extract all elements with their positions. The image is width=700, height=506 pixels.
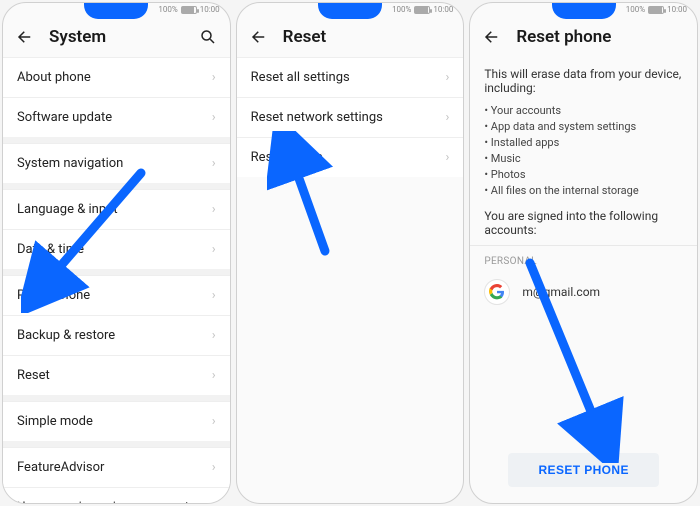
row-reset-network-settings[interactable]: Reset network settings › bbox=[237, 97, 464, 137]
row-feature-advisor[interactable]: FeatureAdvisor › bbox=[3, 447, 230, 487]
row-backup-restore[interactable]: Backup & restore › bbox=[3, 315, 230, 355]
chevron-right-icon: › bbox=[212, 460, 216, 475]
chevron-right-icon: › bbox=[212, 414, 216, 429]
chevron-right-icon: › bbox=[445, 150, 449, 165]
row-label: FeatureAdvisor bbox=[17, 460, 104, 475]
phone-screen-reset-phone: 100% 10:00 Reset phone This will erase d… bbox=[469, 2, 698, 504]
row-user-experience[interactable]: User experience improvement › bbox=[3, 487, 230, 503]
clock: 10:00 bbox=[200, 5, 220, 14]
battery-icon bbox=[414, 6, 430, 14]
phone-screen-system: 100% 10:00 System About phone › Software … bbox=[2, 2, 231, 504]
row-language-input[interactable]: Language & input › bbox=[3, 189, 230, 229]
chevron-right-icon: › bbox=[212, 242, 216, 257]
row-date-time[interactable]: Date & time › bbox=[3, 229, 230, 269]
row-label: Reset network settings bbox=[251, 110, 383, 125]
battery-icon bbox=[648, 6, 664, 14]
chevron-right-icon: › bbox=[445, 110, 449, 125]
google-logo-icon bbox=[484, 279, 510, 305]
page-title: Reset bbox=[283, 27, 452, 47]
intro-text: This will erase data from your device, i… bbox=[484, 67, 683, 95]
back-icon[interactable] bbox=[15, 27, 35, 47]
row-software-update[interactable]: Software update › bbox=[3, 97, 230, 137]
row-simple-mode[interactable]: Simple mode › bbox=[3, 401, 230, 441]
page-title: Reset phone bbox=[516, 27, 685, 47]
bullet-item: Installed apps bbox=[484, 135, 683, 151]
bullet-item: Your accounts bbox=[484, 103, 683, 119]
row-label: Software update bbox=[17, 110, 112, 125]
reset-phone-body: This will erase data from your device, i… bbox=[470, 57, 697, 313]
row-reset[interactable]: Reset › bbox=[3, 355, 230, 395]
battery-percent: 100% bbox=[392, 5, 411, 14]
notch bbox=[552, 3, 616, 19]
bullet-item: Music bbox=[484, 151, 683, 167]
chevron-right-icon: › bbox=[212, 156, 216, 171]
header: System bbox=[3, 19, 230, 57]
reset-list: Reset all settings › Reset network settin… bbox=[237, 57, 464, 503]
reset-phone-button[interactable]: RESET PHONE bbox=[508, 453, 658, 487]
search-icon[interactable] bbox=[198, 27, 218, 47]
status-right: 100% 10:00 bbox=[392, 5, 453, 14]
settings-list[interactable]: About phone › Software update › System nav… bbox=[3, 57, 230, 503]
notch bbox=[84, 3, 148, 19]
row-label: System navigation bbox=[17, 156, 123, 171]
clock: 10:00 bbox=[433, 5, 453, 14]
erase-bullets: Your accounts App data and system settin… bbox=[484, 103, 683, 199]
bullet-item: Photos bbox=[484, 167, 683, 183]
row-label: Reset bbox=[17, 368, 50, 383]
status-right: 100% 10:00 bbox=[626, 5, 687, 14]
notch bbox=[318, 3, 382, 19]
chevron-right-icon: › bbox=[212, 202, 216, 217]
page-title: System bbox=[49, 27, 184, 47]
row-label: User experience improvement bbox=[17, 500, 189, 503]
bullet-item: App data and system settings bbox=[484, 119, 683, 135]
chevron-right-icon: › bbox=[212, 328, 216, 343]
battery-percent: 100% bbox=[626, 5, 645, 14]
header: Reset bbox=[237, 19, 464, 57]
account-row[interactable]: m@gmail.com bbox=[484, 273, 683, 311]
row-label: Phone Clone bbox=[17, 288, 90, 303]
status-bar: 100% 10:00 bbox=[3, 3, 230, 19]
row-label: Backup & restore bbox=[17, 328, 115, 343]
chevron-right-icon: › bbox=[212, 110, 216, 125]
header: Reset phone bbox=[470, 19, 697, 57]
row-reset-all-settings[interactable]: Reset all settings › bbox=[237, 57, 464, 97]
row-label: Simple mode bbox=[17, 414, 93, 429]
row-system-navigation[interactable]: System navigation › bbox=[3, 143, 230, 183]
row-label: Date & time bbox=[17, 242, 84, 257]
battery-icon bbox=[181, 6, 197, 14]
chevron-right-icon: › bbox=[445, 70, 449, 85]
row-reset-phone[interactable]: Reset phone › bbox=[237, 137, 464, 177]
phone-screen-reset: 100% 10:00 Reset Reset all settings › Res… bbox=[236, 2, 465, 504]
row-label: About phone bbox=[17, 70, 91, 85]
section-label-personal: PERSONAL bbox=[484, 256, 683, 267]
chevron-right-icon: › bbox=[212, 500, 216, 503]
reset-button-wrap: RESET PHONE bbox=[470, 453, 697, 487]
back-icon[interactable] bbox=[482, 27, 502, 47]
clock: 10:00 bbox=[667, 5, 687, 14]
chevron-right-icon: › bbox=[212, 288, 216, 303]
row-phone-clone[interactable]: Phone Clone › bbox=[3, 275, 230, 315]
account-email: m@gmail.com bbox=[522, 285, 600, 299]
back-icon[interactable] bbox=[249, 27, 269, 47]
status-bar: 100% 10:00 bbox=[237, 3, 464, 19]
chevron-right-icon: › bbox=[212, 70, 216, 85]
status-right: 100% 10:00 bbox=[158, 5, 219, 14]
bullet-item: All files on the internal storage bbox=[484, 183, 683, 199]
battery-percent: 100% bbox=[158, 5, 177, 14]
row-label: Reset phone bbox=[251, 150, 323, 165]
chevron-right-icon: › bbox=[212, 368, 216, 383]
status-bar: 100% 10:00 bbox=[470, 3, 697, 19]
row-about-phone[interactable]: About phone › bbox=[3, 57, 230, 97]
row-label: Reset all settings bbox=[251, 70, 350, 85]
row-label: Language & input bbox=[17, 202, 118, 217]
signed-in-text: You are signed into the following accoun… bbox=[484, 209, 683, 237]
